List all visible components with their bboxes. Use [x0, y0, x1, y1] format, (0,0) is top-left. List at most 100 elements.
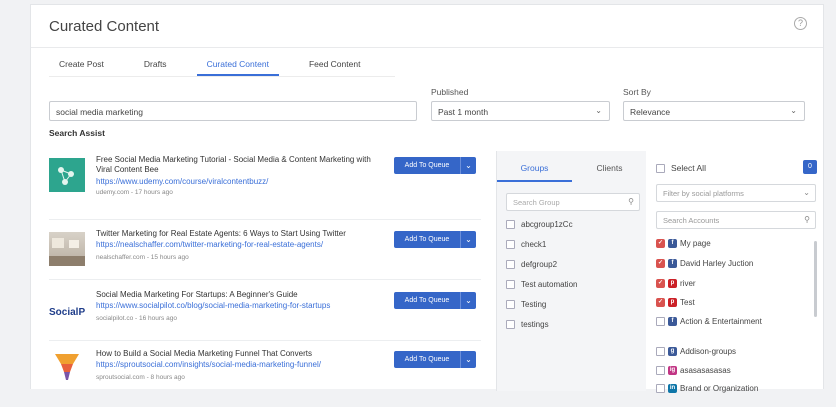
tab-feed-content[interactable]: Feed Content — [299, 59, 371, 76]
groups-panel: Groups Clients Search Group ⚲ abcgroup1z… — [496, 151, 646, 391]
tab-drafts[interactable]: Drafts — [134, 59, 177, 76]
accounts-panel: Select All 0 Filter by social platforms … — [647, 151, 825, 394]
group-label: testings — [521, 320, 549, 329]
sortby-value: Relevance — [630, 107, 671, 117]
sortby-select[interactable]: Relevance ⌄ — [623, 101, 805, 121]
search-assist[interactable]: Search Assist — [49, 128, 105, 138]
checkbox[interactable] — [506, 320, 515, 329]
page-title: Curated Content — [49, 18, 160, 35]
checkbox[interactable] — [656, 347, 665, 356]
checkbox[interactable] — [656, 317, 665, 326]
published-value: Past 1 month — [438, 107, 489, 117]
chevron-down-icon[interactable]: ⌄ — [460, 157, 476, 174]
room-thumb — [49, 232, 85, 266]
row-divider — [49, 340, 481, 341]
add-to-queue-label[interactable]: Add To Queue — [394, 157, 460, 174]
group-label: defgroup2 — [521, 260, 558, 269]
account-item[interactable]: ig asasasasasas — [656, 366, 806, 376]
instagram-icon: ig — [668, 366, 677, 375]
add-to-queue-label[interactable]: Add To Queue — [394, 292, 460, 309]
facebook-icon: f — [668, 239, 677, 248]
result-title[interactable]: Twitter Marketing for Real Estate Agents… — [96, 229, 386, 239]
result-link[interactable]: https://sproutsocial.com/insights/social… — [96, 360, 321, 369]
result-meta: nealschaffer.com - 15 hours ago — [96, 254, 189, 261]
list-item: Free Social Media Marketing Tutorial - S… — [49, 155, 481, 213]
help-icon[interactable]: ? — [794, 17, 807, 30]
published-label: Published — [431, 87, 469, 97]
account-item[interactable]: in Brand or Organization — [656, 384, 806, 394]
group-item[interactable]: Testing — [506, 300, 546, 309]
result-title[interactable]: How to Build a Social Media Marketing Fu… — [96, 349, 386, 359]
checked-checkbox-icon[interactable]: ✓ — [656, 298, 665, 307]
chevron-down-icon[interactable]: ⌄ — [460, 231, 476, 248]
account-item[interactable]: ✓ p river — [656, 279, 806, 289]
checkbox[interactable] — [656, 366, 665, 375]
platform-filter-select[interactable]: Filter by social platforms ⌄ — [656, 184, 816, 202]
group-item[interactable]: defgroup2 — [506, 260, 557, 269]
add-to-queue-button[interactable]: Add To Queue ⌄ — [394, 292, 476, 309]
published-select[interactable]: Past 1 month ⌄ — [431, 101, 610, 121]
search-accounts-input[interactable]: Search Accounts ⚲ — [656, 211, 816, 229]
result-link[interactable]: https://www.udemy.com/course/viralconten… — [96, 177, 268, 186]
result-title[interactable]: Social Media Marketing For Startups: A B… — [96, 290, 386, 300]
account-label: Addison-groups — [680, 347, 737, 356]
svg-text:SocialPil: SocialPil — [49, 307, 85, 318]
search-icon: ⚲ — [804, 215, 810, 224]
add-to-queue-label[interactable]: Add To Queue — [394, 231, 460, 248]
add-to-queue-button[interactable]: Add To Queue ⌄ — [394, 231, 476, 248]
checkbox[interactable] — [656, 163, 665, 173]
checkbox[interactable] — [506, 280, 515, 289]
account-label: Brand or Organization — [680, 384, 759, 393]
tab-clients[interactable]: Clients — [572, 163, 647, 182]
search-input[interactable]: social media marketing — [49, 101, 417, 121]
checked-checkbox-icon[interactable]: ✓ — [656, 259, 665, 268]
account-label: asasasasasas — [680, 366, 731, 375]
tab-create-post[interactable]: Create Post — [49, 59, 114, 76]
groups-tab-bar: Groups Clients — [497, 163, 647, 182]
checked-checkbox-icon[interactable]: ✓ — [656, 279, 665, 288]
chevron-down-icon: ⌄ — [595, 106, 602, 115]
chevron-down-icon[interactable]: ⌄ — [460, 292, 476, 309]
result-meta: socialpilot.co - 16 hours ago — [96, 315, 177, 322]
add-to-queue-button[interactable]: Add To Queue ⌄ — [394, 351, 476, 368]
account-label: David Harley Juction — [680, 259, 754, 268]
accounts-scrollbar[interactable] — [814, 241, 817, 317]
tab-bar: Create Post Drafts Curated Content Feed … — [49, 59, 390, 76]
checkbox[interactable] — [506, 260, 515, 269]
account-item[interactable]: ✓ f My page — [656, 239, 806, 249]
group-item[interactable]: check1 — [506, 240, 546, 249]
account-item[interactable]: ✓ f David Harley Juction — [656, 259, 806, 269]
result-title[interactable]: Free Social Media Marketing Tutorial - S… — [96, 155, 386, 175]
row-divider — [49, 279, 481, 280]
platform-filter-placeholder: Filter by social platforms — [663, 189, 744, 198]
group-label: Test automation — [521, 280, 578, 289]
account-item[interactable]: g Addison-groups — [656, 347, 806, 357]
checkbox[interactable] — [506, 220, 515, 229]
group-label: abcgroup1zCc — [521, 220, 573, 229]
tab-curated-content[interactable]: Curated Content — [196, 59, 279, 76]
group-item[interactable]: abcgroup1zCc — [506, 220, 573, 229]
checked-checkbox-icon[interactable]: ✓ — [656, 239, 665, 248]
search-group-input[interactable]: Search Group ⚲ — [506, 193, 640, 211]
account-item[interactable]: f Action & Entertainment — [656, 317, 806, 327]
add-to-queue-label[interactable]: Add To Queue — [394, 351, 460, 368]
result-link[interactable]: https://nealschaffer.com/twitter-marketi… — [96, 240, 323, 249]
account-label: Action & Entertainment — [680, 317, 762, 326]
account-item[interactable]: ✓ p Test — [656, 298, 806, 308]
result-link[interactable]: https://www.socialpilot.co/blog/social-m… — [96, 301, 330, 310]
checkbox[interactable] — [506, 300, 515, 309]
select-all-label: Select All — [671, 163, 706, 173]
chevron-down-icon: ⌄ — [803, 188, 810, 197]
group-label: Testing — [521, 300, 547, 309]
funnel-thumb — [49, 352, 85, 386]
group-item[interactable]: testings — [506, 320, 549, 329]
checkbox[interactable] — [506, 240, 515, 249]
add-to-queue-button[interactable]: Add To Queue ⌄ — [394, 157, 476, 174]
group-item[interactable]: Test automation — [506, 280, 577, 289]
account-label: river — [680, 279, 696, 288]
select-all[interactable]: Select All — [656, 163, 706, 173]
facebook-group-icon: g — [668, 347, 677, 356]
chevron-down-icon[interactable]: ⌄ — [460, 351, 476, 368]
result-meta: sproutsocial.com - 8 hours ago — [96, 374, 185, 381]
tab-groups[interactable]: Groups — [497, 163, 572, 182]
